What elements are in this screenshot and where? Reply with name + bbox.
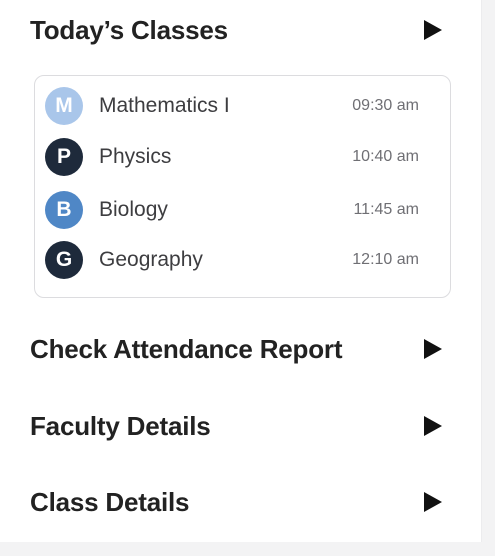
class-avatar: P xyxy=(45,138,83,176)
class-item-geography[interactable]: G Geography 12:10 am xyxy=(45,240,441,280)
class-item-biology[interactable]: B Biology 11:45 am xyxy=(45,190,441,230)
play-arrow-icon[interactable] xyxy=(424,492,442,512)
class-time: 11:45 am xyxy=(353,201,419,218)
faculty-details-row[interactable]: Faculty Details xyxy=(30,406,450,446)
class-avatar: B xyxy=(45,191,83,229)
scrollbar-track[interactable] xyxy=(481,0,495,556)
class-name: Physics xyxy=(99,145,172,168)
play-arrow-icon[interactable] xyxy=(424,20,442,40)
todays-classes-title: Today’s Classes xyxy=(30,14,228,45)
play-arrow-icon[interactable] xyxy=(424,416,442,436)
check-attendance-report-title: Check Attendance Report xyxy=(30,333,343,364)
class-details-row[interactable]: Class Details xyxy=(30,482,450,522)
class-name: Geography xyxy=(99,248,203,271)
faculty-details-title: Faculty Details xyxy=(30,410,211,441)
page: Today’s Classes M Mathematics I 09:30 am… xyxy=(0,0,495,556)
check-attendance-report-row[interactable]: Check Attendance Report xyxy=(30,329,450,369)
class-time: 12:10 am xyxy=(352,251,419,268)
todays-classes-list: M Mathematics I 09:30 am P Physics 10:40… xyxy=(34,75,451,298)
class-time: 10:40 am xyxy=(352,148,419,165)
class-item-mathematics[interactable]: M Mathematics I 09:30 am xyxy=(45,86,441,126)
class-item-physics[interactable]: P Physics 10:40 am xyxy=(45,137,441,177)
class-details-title: Class Details xyxy=(30,486,190,517)
class-name: Biology xyxy=(99,198,168,221)
class-avatar: M xyxy=(45,87,83,125)
class-time: 09:30 am xyxy=(352,97,419,114)
class-avatar: G xyxy=(45,241,83,279)
class-name: Mathematics I xyxy=(99,94,230,117)
play-arrow-icon[interactable] xyxy=(424,339,442,359)
todays-classes-header[interactable]: Today’s Classes xyxy=(30,10,450,50)
bottom-edge xyxy=(0,542,495,556)
